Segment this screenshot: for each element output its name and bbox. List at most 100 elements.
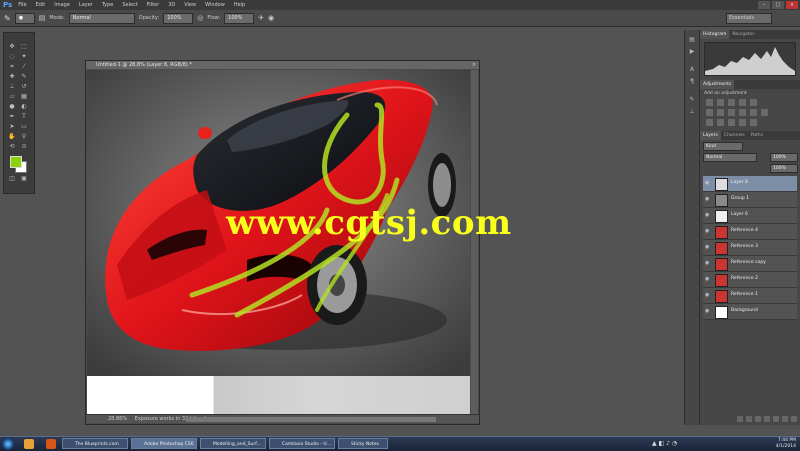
document-horizontal-scrollbar[interactable] xyxy=(186,417,436,422)
mode-select[interactable]: Normal xyxy=(68,12,135,24)
quick-select-tool-icon[interactable]: ✦ xyxy=(19,53,29,61)
levels-icon[interactable] xyxy=(717,99,724,106)
layer-style-icon[interactable] xyxy=(746,416,752,422)
layer-opacity-field[interactable]: 100% xyxy=(770,153,798,162)
tab-navigator[interactable]: Navigator xyxy=(729,30,757,39)
threshold-icon[interactable] xyxy=(728,119,735,126)
minimize-icon[interactable]: – xyxy=(758,1,770,9)
layer-row[interactable]: ◉ Layer 6 xyxy=(703,208,797,224)
move-tool-icon[interactable]: ✥ xyxy=(7,43,17,51)
trash-icon[interactable] xyxy=(791,416,797,422)
new-layer-icon[interactable] xyxy=(782,416,788,422)
menu-image[interactable]: Image xyxy=(54,2,70,8)
brush-tool-icon[interactable]: ✎ xyxy=(19,73,29,81)
photo-filter-icon[interactable] xyxy=(739,109,746,116)
tab-layers[interactable]: Layers xyxy=(700,131,721,140)
visibility-eye-icon[interactable]: ◉ xyxy=(705,308,711,314)
3d-camera-tool-icon[interactable]: ⊙ xyxy=(19,143,29,151)
visibility-eye-icon[interactable]: ◉ xyxy=(705,228,711,234)
layer-row[interactable]: ◉ Layer 8 xyxy=(703,176,797,192)
visibility-eye-icon[interactable]: ◉ xyxy=(705,196,711,202)
blur-tool-icon[interactable]: ● xyxy=(7,103,17,111)
posterize-icon[interactable] xyxy=(717,119,724,126)
layer-row[interactable]: ◉ Reference copy xyxy=(703,256,797,272)
add-mask-icon[interactable] xyxy=(755,416,761,422)
start-button-icon[interactable] xyxy=(2,438,14,450)
layer-row[interactable]: ◉ Group 1 xyxy=(703,192,797,208)
taskbar-task[interactable]: Camtasia Studio - U... xyxy=(269,438,335,449)
vibrance-icon[interactable] xyxy=(750,99,757,106)
tray-icons[interactable]: ▲ ◧ ♪ ◔ xyxy=(652,440,677,447)
curves-icon[interactable] xyxy=(728,99,735,106)
path-select-tool-icon[interactable]: ➤ xyxy=(7,123,17,131)
close-icon[interactable]: × xyxy=(786,1,798,9)
character-panel-icon[interactable]: A xyxy=(688,66,696,74)
document-tab[interactable]: Untitled-1 @ 28.8% (Layer 8, RGB/8) * × xyxy=(86,61,479,69)
gradient-map-icon[interactable] xyxy=(750,119,757,126)
link-layers-icon[interactable] xyxy=(737,416,743,422)
menu-file[interactable]: File xyxy=(18,2,26,8)
system-clock[interactable]: 7:44 PM 4/1/2014 xyxy=(776,438,796,450)
menu-window[interactable]: Window xyxy=(205,2,225,8)
brush-size-picker[interactable]: ● xyxy=(14,12,35,24)
lasso-tool-icon[interactable]: ◌ xyxy=(7,53,17,61)
media-player-icon[interactable] xyxy=(46,439,56,449)
channel-mixer-icon[interactable] xyxy=(750,109,757,116)
3d-rotate-tool-icon[interactable]: ⟲ xyxy=(7,143,17,151)
layer-filter-kind[interactable]: Kind xyxy=(703,142,743,151)
brush-preset-icon[interactable]: ✎ xyxy=(4,14,11,23)
layer-row[interactable]: ◉ Reference 2 xyxy=(703,272,797,288)
menu-3d[interactable]: 3D xyxy=(168,2,175,8)
eraser-tool-icon[interactable]: ▱ xyxy=(7,93,17,101)
zoom-level[interactable]: 28.86% xyxy=(108,416,127,422)
layer-row[interactable]: ◉ Reference 4 xyxy=(703,224,797,240)
color-balance-icon[interactable] xyxy=(717,109,724,116)
marquee-tool-icon[interactable]: ⬚ xyxy=(19,43,29,51)
screen-mode-icon[interactable]: ▣ xyxy=(19,175,29,183)
layer-row[interactable]: ◉ Reference 1 xyxy=(703,288,797,304)
hue-saturation-icon[interactable] xyxy=(706,109,713,116)
hand-tool-icon[interactable]: ✋ xyxy=(7,133,17,141)
clone-source-panel-icon[interactable]: ⊥ xyxy=(688,108,696,116)
workspace-select[interactable]: Essentials xyxy=(726,13,772,24)
actions-panel-icon[interactable]: ▶ xyxy=(688,48,696,56)
tab-histogram[interactable]: Histogram xyxy=(700,30,730,39)
layer-fill-field[interactable]: 100% xyxy=(770,164,798,173)
crop-tool-icon[interactable]: ⌗ xyxy=(7,63,17,71)
brush-panel-icon[interactable]: ▤ xyxy=(39,14,46,22)
visibility-eye-icon[interactable]: ◉ xyxy=(705,180,711,186)
tab-channels[interactable]: Channels xyxy=(721,131,748,140)
layer-row[interactable]: ◉ Background xyxy=(703,304,797,320)
shape-tool-icon[interactable]: ▭ xyxy=(19,123,29,131)
opacity-field[interactable]: 100% xyxy=(163,12,194,24)
healing-tool-icon[interactable]: ✚ xyxy=(7,73,17,81)
visibility-eye-icon[interactable]: ◉ xyxy=(705,292,711,298)
quick-mask-icon[interactable]: ◫ xyxy=(7,175,17,183)
tab-paths[interactable]: Paths xyxy=(748,131,766,140)
pressure-opacity-icon[interactable]: ◎ xyxy=(197,14,203,22)
menu-help[interactable]: Help xyxy=(234,2,245,8)
brush-panel-icon-strip[interactable]: ✎ xyxy=(688,96,696,104)
new-adjustment-icon[interactable] xyxy=(764,416,770,422)
file-explorer-icon[interactable] xyxy=(24,439,34,449)
taskbar-task[interactable]: The Blueprints.com xyxy=(62,438,128,449)
type-tool-icon[interactable]: T xyxy=(19,113,29,121)
menu-type[interactable]: Type xyxy=(102,2,113,8)
paragraph-panel-icon[interactable]: ¶ xyxy=(688,78,696,86)
maximize-icon[interactable]: □ xyxy=(772,1,784,9)
foreground-color-swatch[interactable] xyxy=(10,156,22,168)
visibility-eye-icon[interactable]: ◉ xyxy=(705,212,711,218)
exposure-icon[interactable] xyxy=(739,99,746,106)
document-close-icon[interactable]: × xyxy=(472,61,476,69)
taskbar-task[interactable]: Modelling_and_Surf... xyxy=(200,438,266,449)
history-brush-tool-icon[interactable]: ↺ xyxy=(19,83,29,91)
new-group-icon[interactable] xyxy=(773,416,779,422)
layer-row[interactable]: ◉ Reference 3 xyxy=(703,240,797,256)
color-lookup-icon[interactable] xyxy=(761,109,768,116)
clone-stamp-tool-icon[interactable]: ⊥ xyxy=(7,83,17,91)
blend-mode-select[interactable]: Normal xyxy=(703,153,757,162)
black-white-icon[interactable] xyxy=(728,109,735,116)
invert-icon[interactable] xyxy=(706,119,713,126)
menu-view[interactable]: View xyxy=(184,2,196,8)
visibility-eye-icon[interactable]: ◉ xyxy=(705,276,711,282)
